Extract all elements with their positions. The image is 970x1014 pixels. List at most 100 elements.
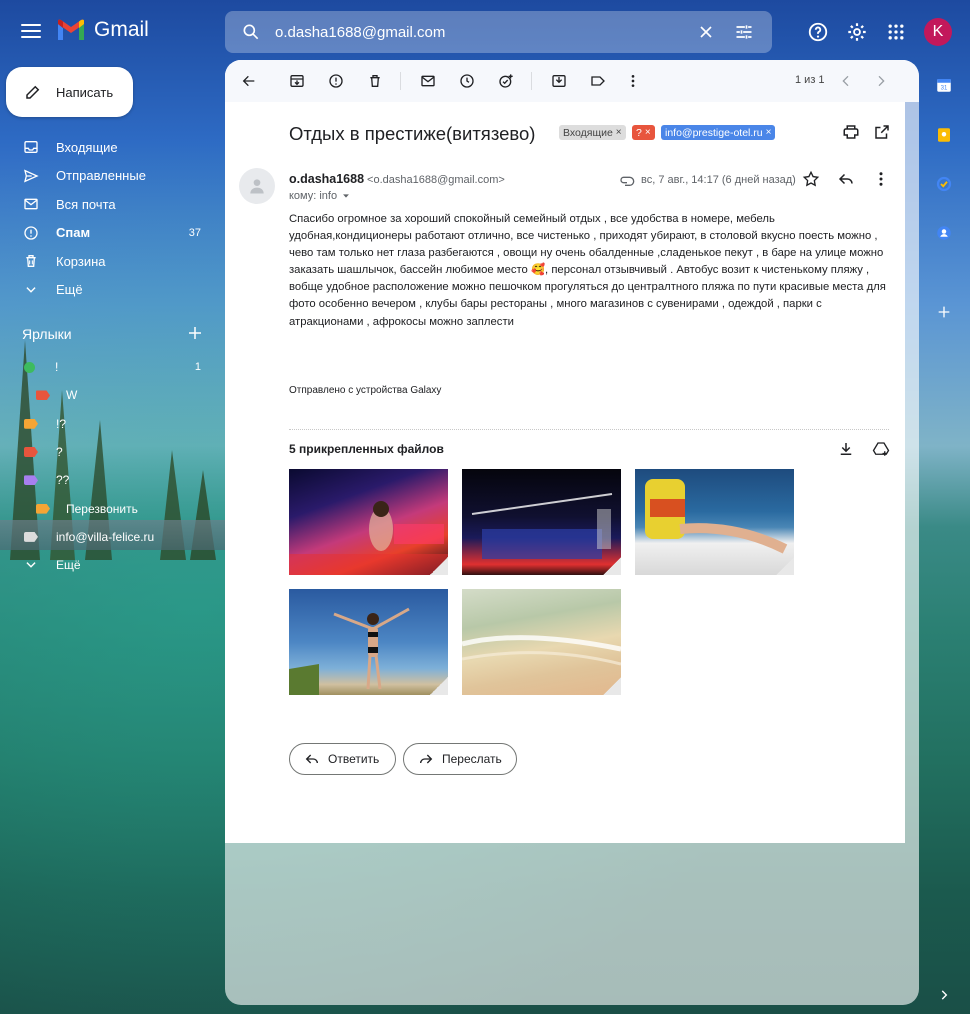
label-item[interactable]: W: [0, 381, 225, 409]
email-subject: Отдых в престиже(витязево): [289, 123, 536, 144]
keep-icon[interactable]: [933, 124, 955, 146]
add-task-icon[interactable]: [496, 71, 516, 91]
print-icon[interactable]: [842, 123, 860, 141]
label-item[interactable]: ??: [0, 466, 225, 494]
chip-close-icon[interactable]: ×: [616, 127, 622, 138]
nav-item-inbox[interactable]: Входящие: [0, 133, 225, 162]
chip-close-icon[interactable]: ×: [645, 127, 651, 138]
label-tag-icon: [24, 361, 35, 373]
photo-lifejacket-boat: [645, 479, 788, 554]
chip-close-icon[interactable]: ×: [766, 127, 772, 138]
attachment-icon: [620, 176, 635, 186]
chevron-right-icon[interactable]: [933, 984, 955, 1006]
star-icon[interactable]: [802, 170, 820, 188]
attachment-thumbnail[interactable]: [462, 469, 621, 575]
open-new-window-icon[interactable]: [873, 123, 891, 141]
trash-icon: [22, 252, 40, 270]
compose-button[interactable]: Написать: [6, 67, 133, 117]
chip-text: ?: [636, 126, 642, 139]
contacts-icon[interactable]: [933, 222, 955, 244]
attachments-divider: [289, 429, 889, 430]
send-icon: [22, 167, 40, 185]
label-icon[interactable]: [588, 71, 608, 91]
attachment-thumbnail[interactable]: [462, 589, 621, 695]
snooze-icon[interactable]: [457, 71, 477, 91]
report-spam-icon[interactable]: [326, 71, 346, 91]
more-vert-icon[interactable]: [623, 71, 643, 91]
nav-item-spam[interactable]: Спам 37: [0, 219, 225, 248]
search-bar[interactable]: [225, 11, 772, 53]
delete-icon[interactable]: [365, 71, 385, 91]
forward-label: Переслать: [442, 752, 502, 766]
nav-item-more[interactable]: Ещё: [0, 276, 225, 305]
add-label-icon[interactable]: [186, 324, 204, 342]
main-menu-button[interactable]: [18, 20, 44, 44]
label-tag-icon: [24, 531, 38, 542]
label-item[interactable]: Перезвонить: [0, 494, 225, 522]
tasks-icon[interactable]: [933, 173, 955, 195]
mark-unread-icon[interactable]: [418, 71, 438, 91]
nav-item-sent[interactable]: Отправленные: [0, 162, 225, 191]
archive-icon[interactable]: [287, 71, 307, 91]
thumbnail-fold: [603, 557, 621, 575]
chevron-down-icon: [24, 558, 38, 572]
label-item[interactable]: !?: [0, 410, 225, 438]
label-chip-prestige[interactable]: info@prestige-otel.ru ×: [661, 125, 776, 140]
forward-icon: [420, 754, 433, 764]
label-chip-inbox[interactable]: Входящие ×: [559, 125, 626, 140]
nav-item-all-mail[interactable]: Вся почта: [0, 190, 225, 219]
photo-night-club: [289, 501, 448, 575]
gmail-logo[interactable]: Gmail: [56, 18, 149, 42]
chip-text: Входящие: [563, 126, 613, 139]
label-name: ??: [56, 473, 70, 488]
back-arrow-icon[interactable]: [239, 71, 259, 91]
move-to-icon[interactable]: [549, 71, 569, 91]
toolbar-divider: [531, 72, 532, 90]
nav-item-trash[interactable]: Корзина: [0, 247, 225, 276]
thumbnail-fold: [603, 677, 621, 695]
reply-icon[interactable]: [837, 170, 855, 188]
attachment-thumbnail[interactable]: [635, 469, 794, 575]
label-item[interactable]: info@villa-felice.ru: [0, 523, 225, 551]
mail-icon: [22, 195, 40, 213]
add-to-drive-icon[interactable]: [872, 440, 890, 458]
attachment-thumbnail[interactable]: [289, 469, 448, 575]
apps-grid-icon[interactable]: [882, 18, 910, 46]
chevron-right-icon[interactable]: [871, 71, 891, 91]
reply-icon: [305, 754, 318, 764]
toolbar-divider: [400, 72, 401, 90]
reply-button[interactable]: Ответить: [289, 743, 396, 775]
calendar-icon[interactable]: 31: [933, 74, 955, 96]
forward-button[interactable]: Переслать: [403, 743, 517, 775]
search-icon[interactable]: [241, 22, 261, 42]
inbox-icon: [22, 138, 40, 156]
add-app-icon[interactable]: [933, 301, 955, 323]
label-item-more[interactable]: Ещё: [0, 551, 225, 579]
chevron-left-icon[interactable]: [836, 71, 856, 91]
close-icon[interactable]: [696, 22, 716, 42]
account-avatar[interactable]: K: [924, 18, 952, 46]
label-count: 1: [194, 361, 201, 374]
label-tag-icon: [24, 475, 38, 486]
message-toolbar: 1 из 1: [225, 60, 919, 102]
recipients-toggle[interactable]: кому: info: [289, 190, 351, 202]
label-chip-question[interactable]: ? ×: [632, 125, 655, 140]
search-input[interactable]: [275, 23, 696, 41]
nav-list: Входящие Отправленные Вся почта Спам 37 …: [0, 133, 225, 304]
attachment-thumbnail[interactable]: [289, 589, 448, 695]
label-name: W: [66, 388, 78, 403]
label-name: Ещё: [56, 558, 81, 573]
help-icon[interactable]: [804, 18, 832, 46]
gear-icon[interactable]: [843, 18, 871, 46]
label-item[interactable]: ?: [0, 438, 225, 466]
search-options-icon[interactable]: [734, 22, 754, 42]
gmail-m-icon: [58, 19, 84, 40]
nav-item-label: Отправленные: [56, 168, 146, 184]
report-icon: [22, 224, 40, 242]
nav-item-label: Вся почта: [56, 196, 116, 212]
sender-email: <o.dasha1688@gmail.com>: [367, 174, 505, 186]
download-all-icon[interactable]: [837, 440, 855, 458]
more-vert-icon[interactable]: [872, 170, 890, 188]
pager-text: 1 из 1: [795, 74, 825, 86]
label-item[interactable]: ! 1: [0, 353, 225, 381]
